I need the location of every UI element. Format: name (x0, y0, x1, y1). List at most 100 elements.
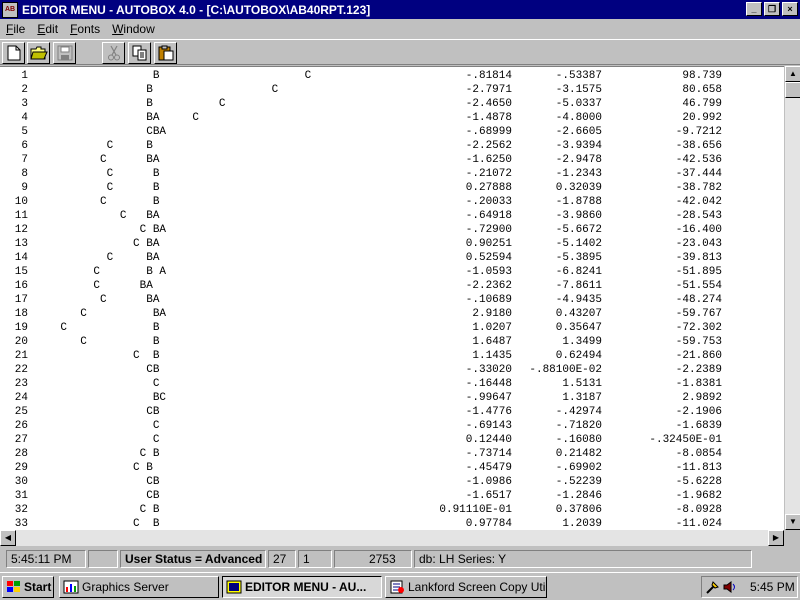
horizontal-scrollbar[interactable]: ◀ ▶ (0, 530, 784, 546)
start-label: Start (24, 580, 52, 594)
scroll-up-arrow-icon[interactable]: ▲ (785, 66, 800, 82)
menu-fonts[interactable]: Fonts (64, 22, 106, 36)
report-row: 16 C BA -2.2362 -7.8611 -51.554 (0, 279, 784, 293)
row-plot-markers: B C (34, 70, 312, 82)
row-value-3: -16.400 (675, 224, 722, 236)
save-button[interactable] (53, 42, 76, 64)
autobox-app-icon[interactable]: AB (2, 1, 18, 18)
menu-window[interactable]: Window (106, 22, 161, 36)
row-value-1: -.72900 (465, 224, 512, 236)
row-value-3: -1.9682 (675, 490, 722, 502)
row-value-2: -2.9478 (555, 154, 602, 166)
graphics-server-icon (63, 579, 79, 595)
row-number: 6 (21, 140, 28, 152)
row-value-2: -1.2343 (555, 168, 602, 180)
report-row: 6 C B -2.2562 -3.9394 -38.656 (0, 139, 784, 153)
row-plot-markers: C B (34, 196, 160, 208)
row-value-3: -.32450E-01 (649, 434, 722, 446)
row-value-1: -2.4650 (465, 98, 512, 110)
row-plot-markers: C BA (34, 294, 160, 306)
task-graphics-server[interactable]: Graphics Server (59, 576, 219, 598)
restore-button[interactable]: ❐ (764, 2, 780, 16)
tray-clock: 5:45 PM (750, 580, 795, 594)
title-bar[interactable]: AB EDITOR MENU - AUTOBOX 4.0 - [C:\AUTOB… (0, 0, 800, 19)
row-number: 9 (21, 182, 28, 194)
open-folder-button[interactable] (27, 42, 50, 64)
row-value-2: -.52239 (555, 476, 602, 488)
vertical-scroll-thumb[interactable] (785, 82, 800, 98)
screen-copy-icon (389, 579, 405, 595)
row-value-2: -4.8000 (555, 112, 602, 124)
row-value-1: -1.4776 (465, 406, 512, 418)
row-plot-markers: B C (34, 98, 226, 110)
report-row: 17 C BA -.10689 -4.9435 -48.274 (0, 293, 784, 307)
row-number: 22 (14, 364, 28, 376)
row-value-1: 0.52594 (465, 252, 512, 264)
tray-tool-icon[interactable] (705, 579, 721, 595)
row-value-2: -6.8241 (555, 266, 602, 278)
task-screen-copy[interactable]: Lankford Screen Copy Utility (385, 576, 547, 598)
start-button[interactable]: Start (2, 576, 54, 598)
row-number: 28 (14, 448, 28, 460)
row-value-2: -7.8611 (555, 280, 602, 292)
minimize-button[interactable]: _ (746, 2, 762, 16)
row-value-1: -.33020 (465, 364, 512, 376)
report-row: 5 CBA -.68999 -2.6605 -9.7212 (0, 125, 784, 139)
cut-scissors-icon (107, 45, 120, 61)
row-value-3: 20.992 (682, 112, 722, 124)
windows-logo-icon (7, 581, 20, 592)
row-value-3: -39.813 (675, 252, 722, 264)
row-value-1: -.10689 (465, 294, 512, 306)
row-number: 26 (14, 420, 28, 432)
row-value-3: -37.444 (675, 168, 722, 180)
row-value-1: -.69143 (465, 420, 512, 432)
task-editor-menu[interactable]: EDITOR MENU - AU... (222, 576, 382, 598)
copy-icon (132, 45, 146, 61)
row-plot-markers: CB (34, 406, 160, 418)
menu-bar: File Edit Fonts Window (0, 19, 800, 38)
row-value-2: -5.3895 (555, 252, 602, 264)
status-field-1: 27 (268, 550, 296, 568)
copy-button[interactable] (128, 42, 151, 64)
row-value-1: 0.90251 (465, 238, 512, 250)
row-value-3: -8.0854 (675, 448, 722, 460)
row-value-2: -3.1575 (555, 84, 602, 96)
row-value-2: -3.9394 (555, 140, 602, 152)
report-editor[interactable]: 1 B C -.81814 -.53387 98.739 2 B C -2.7971 -3.… (0, 66, 784, 530)
close-button[interactable]: × (782, 2, 798, 16)
new-file-button[interactable] (2, 42, 25, 64)
report-row: 18 C BA 2.9180 0.43207 -59.767 (0, 307, 784, 321)
tray-speaker-icon[interactable] (722, 579, 738, 595)
report-row: 22 CB -.33020 -.88100E-02 -2.2389 (0, 363, 784, 377)
row-value-2: -4.9435 (555, 294, 602, 306)
menu-edit[interactable]: Edit (31, 22, 64, 36)
row-number: 5 (21, 126, 28, 138)
row-value-2: 0.43207 (555, 308, 602, 320)
status-time: 5:45:11 PM (6, 550, 86, 568)
report-row: 7 C BA -1.6250 -2.9478 -42.536 (0, 153, 784, 167)
vertical-scrollbar[interactable]: ▲ ▼ (784, 66, 800, 530)
scroll-down-arrow-icon[interactable]: ▼ (785, 514, 800, 530)
save-disk-icon (57, 45, 72, 61)
report-row: 4 BA C -1.4878 -4.8000 20.992 (0, 111, 784, 125)
row-number: 29 (14, 462, 28, 474)
menu-file[interactable]: File (0, 22, 31, 36)
row-value-2: -.16080 (555, 434, 602, 446)
report-row: 10 C B -.20033 -1.8788 -42.042 (0, 195, 784, 209)
paste-button[interactable] (154, 42, 177, 64)
row-value-1: 2.9180 (472, 308, 512, 320)
row-value-1: -1.4878 (465, 112, 512, 124)
row-number: 3 (21, 98, 28, 110)
row-plot-markers: C B (34, 322, 160, 334)
row-number: 27 (14, 434, 28, 446)
report-row: 26 C -.69143 -.71820 -1.6839 (0, 419, 784, 433)
scroll-left-arrow-icon[interactable]: ◀ (0, 530, 16, 546)
cut-button[interactable] (102, 42, 125, 64)
row-plot-markers: C BA (34, 238, 160, 250)
row-value-2: 0.32039 (555, 182, 602, 194)
row-value-2: -.71820 (555, 420, 602, 432)
scroll-right-arrow-icon[interactable]: ▶ (768, 530, 784, 546)
row-number: 1 (21, 70, 28, 82)
paste-clipboard-icon (158, 45, 173, 61)
row-value-1: 1.1435 (472, 350, 512, 362)
